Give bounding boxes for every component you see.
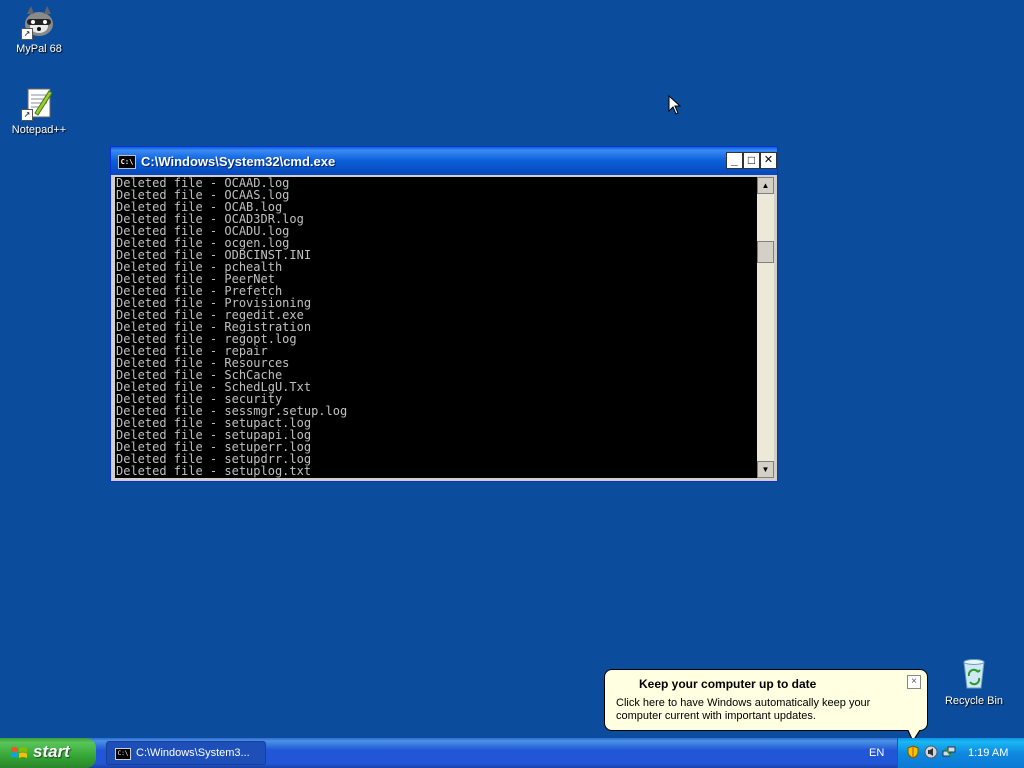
console-line: Deleted file - setuplog.txt — [116, 464, 312, 478]
shortcut-arrow-icon: ↗ — [21, 109, 33, 121]
scroll-down-button[interactable]: ▼ — [757, 461, 774, 478]
notification-balloon[interactable]: Keep your computer up to date Click here… — [604, 669, 928, 742]
console-lines: Deleted file - OCAAD.log Deleted file - O… — [115, 177, 757, 477]
start-button[interactable]: start — [0, 738, 96, 768]
network-icon[interactable] — [942, 745, 956, 759]
taskbar-button-label: C:\Windows\System3... — [136, 747, 250, 759]
start-label: start — [33, 742, 70, 761]
desktop-icon-mypal[interactable]: ↗ MyPal 68 — [1, 4, 77, 55]
taskbar: start C:\ C:\Windows\System3... EN 1:19 … — [0, 738, 1024, 768]
maximize-button[interactable]: □ — [743, 152, 760, 169]
vertical-scrollbar[interactable]: ▲ ▼ — [757, 177, 774, 478]
cmd-window[interactable]: C:\ C:\Windows\System32\cmd.exe _ □ ✕ De… — [110, 146, 778, 482]
shortcut-arrow-icon: ↗ — [21, 28, 33, 40]
console-output[interactable]: Deleted file - OCAAD.log Deleted file - O… — [115, 177, 757, 478]
minimize-button[interactable]: _ — [726, 152, 743, 169]
desktop-icon-label: Recycle Bin — [944, 695, 1004, 707]
windows-flag-icon — [11, 747, 27, 758]
taskbar-button-cmd[interactable]: C:\ C:\Windows\System3... — [106, 741, 266, 765]
system-tray: 1:19 AM — [897, 738, 1024, 768]
balloon-message[interactable]: Click here to have Windows automatically… — [616, 697, 918, 723]
speaker-icon[interactable] — [924, 745, 938, 759]
mouse-cursor-icon — [668, 95, 682, 115]
recycle-bin-icon — [956, 656, 992, 692]
desktop-icon-label: Notepad++ — [11, 124, 67, 136]
clock[interactable]: 1:19 AM — [968, 747, 1008, 759]
close-button[interactable]: ✕ — [760, 152, 777, 169]
scroll-thumb[interactable] — [757, 241, 774, 263]
scroll-up-button[interactable]: ▲ — [757, 177, 774, 194]
desktop-icon-label: MyPal 68 — [16, 43, 62, 55]
balloon-title: Keep your computer up to date — [639, 677, 817, 691]
window-title: C:\Windows\System32\cmd.exe — [141, 154, 336, 169]
window-titlebar[interactable]: C:\ C:\Windows\System32\cmd.exe _ □ ✕ — [111, 147, 777, 175]
desktop: ↗ MyPal 68 ↗ Notepad++ Recycle Bin C:\ C… — [0, 0, 1024, 768]
notepad-plus-plus-icon: ↗ — [21, 85, 57, 121]
language-indicator[interactable]: EN — [869, 747, 884, 759]
cmd-icon: C:\ — [118, 155, 136, 169]
desktop-icon-notepadpp[interactable]: ↗ Notepad++ — [1, 85, 77, 136]
raccoon-icon: ↗ — [21, 4, 57, 40]
desktop-icon-recycle-bin[interactable]: Recycle Bin — [936, 656, 1012, 707]
cmd-icon: C:\ — [115, 748, 131, 760]
security-shield-icon[interactable] — [906, 745, 920, 759]
balloon-close-button[interactable]: × — [907, 675, 921, 689]
